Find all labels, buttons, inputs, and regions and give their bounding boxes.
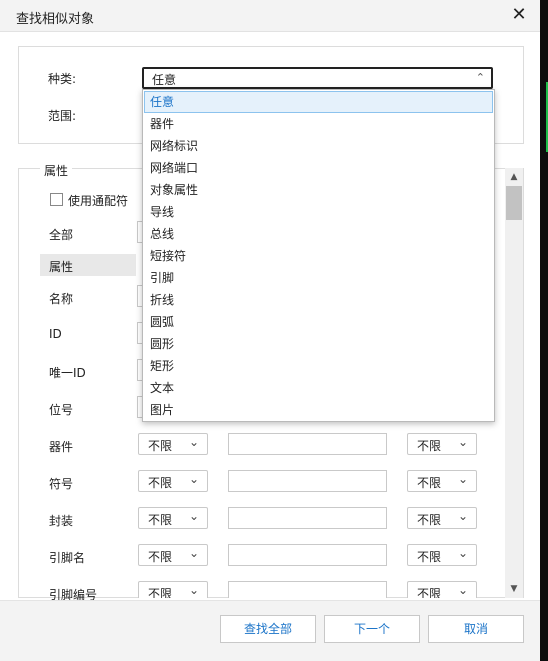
chevron-down-icon: ⌄ — [188, 435, 199, 449]
properties-scrollbar[interactable] — [505, 168, 523, 598]
chevron-down-icon: ⌄ — [457, 546, 468, 560]
row-label-unique-id: 唯一ID — [49, 366, 86, 380]
row-label-designator: 位号 — [49, 403, 74, 417]
find-all-button[interactable]: 查找全部 — [220, 615, 316, 643]
dropdown-option[interactable]: 器件 — [144, 113, 493, 135]
device-text-input[interactable] — [228, 433, 387, 455]
footprint-condition2-select[interactable]: 不限 ⌄ — [407, 507, 477, 529]
type-combobox[interactable]: 任意 ⌃ — [142, 67, 493, 89]
pin-name-condition2-select[interactable]: 不限 ⌄ — [407, 544, 477, 566]
dropdown-option[interactable]: 矩形 — [144, 355, 493, 377]
row-label-name: 名称 — [49, 292, 74, 306]
dropdown-option[interactable]: 总线 — [144, 223, 493, 245]
dropdown-option[interactable]: 折线 — [144, 289, 493, 311]
pin-number-row-clip: 不限 ⌄ 不限 ⌄ — [0, 581, 548, 598]
row-label-device: 器件 — [49, 440, 74, 454]
chevron-down-icon: ⌄ — [457, 509, 468, 523]
dropdown-option[interactable]: 圆形 — [144, 333, 493, 355]
symbol-condition-select[interactable]: 不限 ⌄ — [138, 470, 208, 492]
device-condition-select[interactable]: 不限 ⌄ — [138, 433, 208, 455]
chevron-down-icon: ⌄ — [188, 583, 199, 597]
dropdown-option[interactable]: 导线 — [144, 201, 493, 223]
pin-name-text-input[interactable] — [228, 544, 387, 566]
pin-number-condition-select[interactable]: 不限 ⌄ — [138, 581, 208, 598]
dropdown-option[interactable]: 文本 — [144, 377, 493, 399]
chevron-down-icon: ⌄ — [457, 583, 468, 597]
scroll-up-icon[interactable]: ▲ — [505, 169, 523, 185]
chevron-up-icon: ⌃ — [475, 71, 485, 84]
dialog-title: 查找相似对象 — [16, 12, 95, 27]
scope-label: 范围: — [48, 109, 77, 123]
wildcard-label: 使用通配符 — [68, 194, 129, 208]
scrollbar-thumb[interactable] — [506, 186, 522, 220]
footprint-condition-select[interactable]: 不限 ⌄ — [138, 507, 208, 529]
row-label-footprint: 封装 — [49, 514, 74, 528]
dropdown-option[interactable]: 网络标识 — [144, 135, 493, 157]
dropdown-option[interactable]: 网络端口 — [144, 157, 493, 179]
close-icon[interactable]: ✕ — [508, 5, 530, 27]
chevron-down-icon: ⌄ — [457, 472, 468, 486]
chevron-down-icon: ⌄ — [188, 546, 199, 560]
row-label-all: 全部 — [49, 228, 74, 242]
wildcard-checkbox[interactable] — [50, 193, 63, 206]
pin-number-condition2-select[interactable]: 不限 ⌄ — [407, 581, 477, 598]
device-condition2-select[interactable]: 不限 ⌄ — [407, 433, 477, 455]
pin-number-text-input[interactable] — [228, 581, 387, 598]
dropdown-option[interactable]: 引脚 — [144, 267, 493, 289]
type-label: 种类: — [48, 72, 77, 86]
pin-name-condition-select[interactable]: 不限 ⌄ — [138, 544, 208, 566]
dropdown-option[interactable]: 对象属性 — [144, 179, 493, 201]
footprint-text-input[interactable] — [228, 507, 387, 529]
type-dropdown-list: 任意 器件 网络标识 网络端口 对象属性 导线 总线 短接符 引脚 折线 圆弧 圆形 矩形 文本 图片 — [142, 89, 495, 422]
symbol-condition2-select[interactable]: 不限 ⌄ — [407, 470, 477, 492]
dropdown-option[interactable]: 短接符 — [144, 245, 493, 267]
scroll-down-icon[interactable]: ▼ — [505, 581, 523, 597]
dropdown-option[interactable]: 圆弧 — [144, 311, 493, 333]
row-label-attribute: 属性 — [49, 260, 74, 274]
chevron-down-icon: ⌄ — [457, 435, 468, 449]
cancel-button[interactable]: 取消 — [428, 615, 524, 643]
chevron-down-icon: ⌄ — [188, 472, 199, 486]
next-button[interactable]: 下一个 — [324, 615, 420, 643]
row-label-pin-name: 引脚名 — [49, 551, 86, 565]
symbol-text-input[interactable] — [228, 470, 387, 492]
type-value: 任意 — [152, 73, 177, 87]
row-label-id: ID — [49, 327, 62, 341]
dropdown-option[interactable]: 图片 — [144, 399, 493, 421]
chevron-down-icon: ⌄ — [188, 509, 199, 523]
row-label-symbol: 符号 — [49, 477, 74, 491]
properties-group-title: 属性 — [40, 162, 73, 179]
dropdown-option[interactable]: 任意 — [144, 91, 493, 113]
